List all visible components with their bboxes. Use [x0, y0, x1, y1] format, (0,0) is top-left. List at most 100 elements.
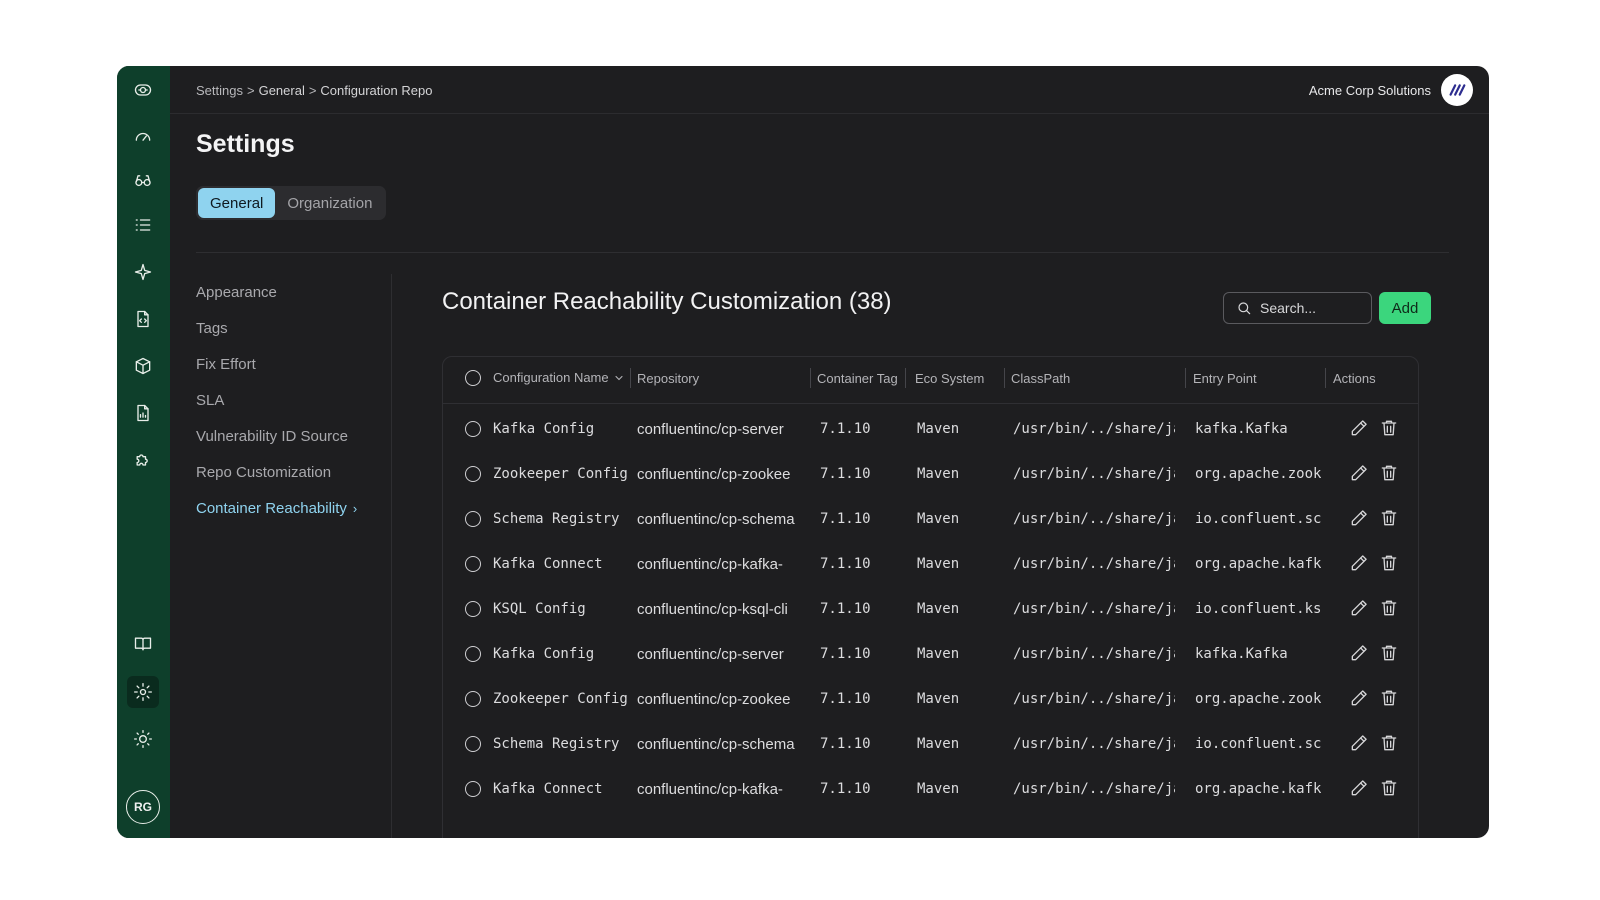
cell-entry-point: org.apache.kafk: [1195, 556, 1321, 572]
table-row[interactable]: Kafka Config confluentinc/cp-server 7.1.10…: [443, 407, 1418, 452]
row-checkbox[interactable]: [465, 421, 481, 437]
breadcrumb-general[interactable]: General: [259, 83, 305, 98]
edit-pencil-icon[interactable]: [1349, 553, 1369, 573]
cell-entry-point: io.confluent.sc: [1195, 511, 1321, 527]
chevron-down-icon: [615, 375, 623, 380]
row-checkbox[interactable]: [465, 691, 481, 707]
glasses-icon[interactable]: [129, 166, 157, 194]
cell-eco-system: Maven: [917, 646, 960, 662]
settings-subnav: Appearance Tags Fix Effort SLA Vulnerabi…: [196, 274, 392, 838]
subnav-item-appearance[interactable]: Appearance: [196, 274, 391, 310]
column-header-actions: Actions: [1333, 371, 1376, 386]
package-icon[interactable]: [129, 352, 157, 380]
user-avatar[interactable]: RG: [126, 790, 160, 824]
row-checkbox[interactable]: [465, 781, 481, 797]
breadcrumb-separator: >: [308, 83, 317, 98]
column-header-repository: Repository: [637, 371, 700, 386]
org-switcher[interactable]: Acme Corp Solutions: [1309, 74, 1473, 106]
search-input[interactable]: [1260, 300, 1360, 316]
gear-icon[interactable]: [127, 676, 159, 708]
trash-icon[interactable]: [1379, 418, 1399, 438]
trash-icon[interactable]: [1379, 733, 1399, 753]
tab-organization[interactable]: Organization: [275, 188, 384, 218]
config-table: Configuration Name Repository Container …: [442, 356, 1419, 838]
cell-classpath: /usr/bin/../share/ja: [1013, 691, 1175, 707]
cell-classpath: /usr/bin/../share/ja: [1013, 421, 1175, 437]
cell-configuration-name: KSQL Config: [493, 601, 586, 617]
acme-logo-icon: [1441, 74, 1473, 106]
add-button[interactable]: Add: [1379, 292, 1431, 324]
app-logo-icon[interactable]: [129, 76, 157, 104]
cell-entry-point: org.apache.zook: [1195, 691, 1321, 707]
cell-eco-system: Maven: [917, 691, 960, 707]
row-checkbox[interactable]: [465, 646, 481, 662]
tab-general[interactable]: General: [198, 188, 276, 218]
search-icon: [1238, 302, 1251, 315]
list-icon[interactable]: [129, 211, 157, 239]
trash-icon[interactable]: [1379, 553, 1399, 573]
column-divider: [630, 368, 631, 388]
row-checkbox[interactable]: [465, 511, 481, 527]
edit-pencil-icon[interactable]: [1349, 463, 1369, 483]
trash-icon[interactable]: [1379, 508, 1399, 528]
subnav-item-fix-effort[interactable]: Fix Effort: [196, 346, 391, 382]
cell-repository: confluentinc/cp-schema: [637, 736, 795, 753]
table-row[interactable]: Schema Registry confluentinc/cp-schema 7.1…: [443, 497, 1418, 542]
row-checkbox[interactable]: [465, 466, 481, 482]
search-box[interactable]: [1223, 292, 1372, 324]
table-row[interactable]: Zookeeper Config confluentinc/cp-zookee 7.…: [443, 677, 1418, 722]
edit-pencil-icon[interactable]: [1349, 598, 1369, 618]
file-chart-icon[interactable]: [129, 399, 157, 427]
edit-pencil-icon[interactable]: [1349, 733, 1369, 753]
cell-eco-system: Maven: [917, 421, 960, 437]
subnav-item-vulnerability-id-source[interactable]: Vulnerability ID Source: [196, 418, 391, 454]
trash-icon[interactable]: [1379, 643, 1399, 663]
column-header-container-tag: Container Tag: [817, 371, 898, 386]
breadcrumb-configuration-repo: Configuration Repo: [320, 83, 433, 98]
content-title: Container Reachability Customization (38…: [442, 288, 892, 315]
edit-pencil-icon[interactable]: [1349, 778, 1369, 798]
edit-pencil-icon[interactable]: [1349, 643, 1369, 663]
subnav-item-container-reachability[interactable]: Container Reachability ›: [196, 490, 391, 526]
subnav-item-repo-customization[interactable]: Repo Customization: [196, 454, 391, 490]
sun-icon[interactable]: [129, 725, 157, 753]
trash-icon[interactable]: [1379, 598, 1399, 618]
edit-pencil-icon[interactable]: [1349, 688, 1369, 708]
cell-classpath: /usr/bin/../share/ja: [1013, 556, 1175, 572]
row-checkbox[interactable]: [465, 556, 481, 572]
cell-entry-point: org.apache.zook: [1195, 466, 1321, 482]
trash-icon[interactable]: [1379, 463, 1399, 483]
dashboard-gauge-icon[interactable]: [129, 122, 157, 150]
row-checkbox[interactable]: [465, 601, 481, 617]
row-checkbox[interactable]: [465, 736, 481, 752]
table-row[interactable]: Kafka Connect confluentinc/cp-kafka- 7.1.1…: [443, 767, 1418, 812]
trash-icon[interactable]: [1379, 778, 1399, 798]
select-all-checkbox[interactable]: [465, 370, 481, 386]
cell-entry-point: org.apache.kafk: [1195, 781, 1321, 797]
cell-configuration-name: Kafka Connect: [493, 556, 603, 572]
cell-repository: confluentinc/cp-ksql-cli: [637, 601, 788, 618]
subnav-item-sla[interactable]: SLA: [196, 382, 391, 418]
edit-pencil-icon[interactable]: [1349, 508, 1369, 528]
table-row[interactable]: Kafka Connect confluentinc/cp-kafka- 7.1.1…: [443, 542, 1418, 587]
edit-pencil-icon[interactable]: [1349, 418, 1369, 438]
code-file-icon[interactable]: [129, 305, 157, 333]
table-row[interactable]: Schema Registry confluentinc/cp-schema 7.1…: [443, 722, 1418, 767]
table-row[interactable]: KSQL Config confluentinc/cp-ksql-cli 7.1.1…: [443, 587, 1418, 632]
book-icon[interactable]: [129, 630, 157, 658]
cell-container-tag: 7.1.10: [820, 691, 871, 707]
sparkle-icon[interactable]: [129, 258, 157, 286]
column-header-configuration-name[interactable]: Configuration Name: [493, 370, 625, 385]
cell-container-tag: 7.1.10: [820, 781, 871, 797]
trash-icon[interactable]: [1379, 688, 1399, 708]
table-row[interactable]: Kafka Config confluentinc/cp-server 7.1.10…: [443, 632, 1418, 677]
subnav-item-label: SLA: [196, 391, 225, 409]
column-header-classpath: ClassPath: [1011, 371, 1071, 386]
breadcrumb-settings[interactable]: Settings: [196, 83, 243, 98]
cell-container-tag: 7.1.10: [820, 736, 871, 752]
puzzle-icon[interactable]: [129, 446, 157, 474]
table-row[interactable]: Zookeeper Config confluentinc/cp-zookee 7.…: [443, 452, 1418, 497]
column-divider: [1185, 368, 1186, 388]
subnav-item-tags[interactable]: Tags: [196, 310, 391, 346]
cell-eco-system: Maven: [917, 736, 960, 752]
